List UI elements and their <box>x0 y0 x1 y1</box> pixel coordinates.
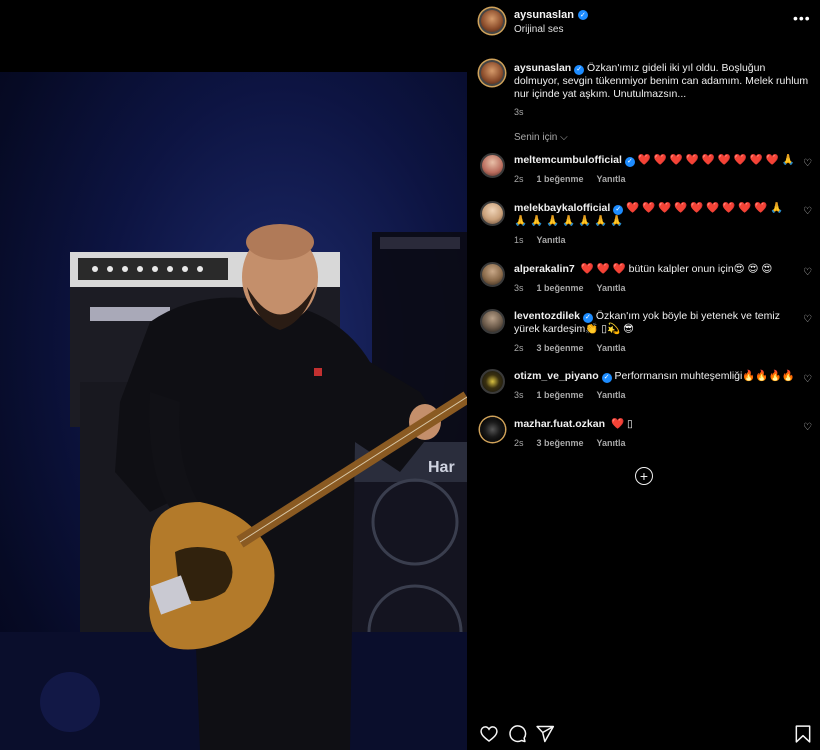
commenter-avatar[interactable] <box>480 369 505 394</box>
comment-text: meltemcumbulofficial ✓ ❤️ ❤️ ❤️ ❤️ ❤️ ❤️ … <box>514 154 796 167</box>
comment-item: melekbaykalofficial ✓ ❤️ ❤️ ❤️ ❤️ ❤️ ❤️ ❤… <box>467 201 820 251</box>
commenter-avatar[interactable] <box>480 309 505 334</box>
comment-meta: 1s Yanıtla <box>514 235 566 245</box>
chevron-down-icon: ⌵ <box>560 132 568 143</box>
reply-button[interactable]: Yanıtla <box>597 438 626 448</box>
comment-body: Performansın muhteşemliği🔥🔥🔥🔥 <box>614 370 795 382</box>
heart-icon[interactable]: ♡ <box>803 206 812 217</box>
heart-icon[interactable]: ♡ <box>803 422 812 433</box>
comment-meta: 2s 1 beğenme Yanıtla <box>514 174 626 184</box>
verified-badge-icon: ✓ <box>582 312 593 323</box>
bookmark-icon[interactable] <box>793 724 813 744</box>
reply-button[interactable]: Yanıtla <box>537 235 566 245</box>
verified-badge-icon: ✓ <box>624 156 635 167</box>
comment-likes-count[interactable]: 1 beğenme <box>537 174 584 184</box>
commenter-username[interactable]: meltemcumbulofficial <box>514 154 622 166</box>
comment-timestamp: 1s <box>514 235 524 245</box>
comment-likes-count[interactable]: 1 beğenme <box>537 283 584 293</box>
commenter-username[interactable]: alperakalin7 <box>514 263 575 275</box>
post-media[interactable]: Har <box>0 0 467 750</box>
post-details-panel: aysunaslan ✓ Orijinal ses ••• aysunaslan… <box>467 0 820 750</box>
comment-meta: 3s 1 beğenme Yanıtla <box>514 283 626 293</box>
commenter-username[interactable]: otizm_ve_piyano <box>514 370 599 382</box>
author-avatar-image <box>481 10 503 32</box>
heart-icon[interactable] <box>479 724 499 744</box>
commenter-username[interactable]: leventozdilek <box>514 310 580 322</box>
verified-badge-icon: ✓ <box>577 10 588 20</box>
comment-meta: 2s 3 beğenme Yanıtla <box>514 438 626 448</box>
comment-text: leventozdilek ✓ Özkan'ım yok böyle bi yet… <box>514 310 796 336</box>
commenter-avatar[interactable] <box>480 262 505 287</box>
reply-button[interactable]: Yanıtla <box>597 174 626 184</box>
comment-timestamp: 2s <box>514 438 524 448</box>
commenter-avatar[interactable] <box>480 153 505 178</box>
heart-icon[interactable]: ♡ <box>803 374 812 385</box>
verified-badge-icon: ✓ <box>601 372 612 383</box>
comment-text: mazhar.fuat.ozkan ❤️ ▯ <box>514 418 796 431</box>
comment-body: ❤️ ❤️ ❤️ ❤️ ❤️ ❤️ ❤️ ❤️ ❤️ 🙏 <box>637 154 795 166</box>
verified-badge-icon: ✓ <box>613 204 624 215</box>
comment-likes-count[interactable]: 3 beğenme <box>537 343 584 353</box>
comment-meta: 3s 1 beğenme Yanıtla <box>514 390 626 400</box>
comment-timestamp: 3s <box>514 390 524 400</box>
commenter-username[interactable]: melekbaykalofficial <box>514 202 610 214</box>
heart-icon[interactable]: ♡ <box>803 314 812 325</box>
reply-button[interactable]: Yanıtla <box>597 283 626 293</box>
verified-badge-icon: ✓ <box>574 64 585 75</box>
post-author[interactable]: aysunaslan ✓ <box>514 9 588 21</box>
caption-avatar-image <box>481 62 503 84</box>
comment-likes-count[interactable]: 1 beğenme <box>537 390 584 400</box>
commenter-avatar[interactable] <box>480 201 505 226</box>
send-icon[interactable] <box>535 724 555 744</box>
comment-item: mazhar.fuat.ozkan ❤️ ▯ 2s 3 beğenme Yanı… <box>467 417 820 457</box>
caption-username[interactable]: aysunaslan <box>514 62 571 74</box>
comment-text: melekbaykalofficial ✓ ❤️ ❤️ ❤️ ❤️ ❤️ ❤️ ❤… <box>514 202 796 228</box>
caption-timestamp: 3s <box>514 107 524 117</box>
commenter-username[interactable]: mazhar.fuat.ozkan <box>514 418 605 430</box>
post-author-username[interactable]: aysunaslan <box>514 9 574 21</box>
comment-text: alperakalin7 ❤️ ❤️ ❤️ bütün kalpler onun… <box>514 263 796 276</box>
commenter-avatar[interactable] <box>480 417 505 442</box>
reply-button[interactable]: Yanıtla <box>597 390 626 400</box>
heart-icon[interactable]: ♡ <box>803 158 812 169</box>
sort-label: Senin için <box>514 132 558 143</box>
concert-scene-illustration: Har <box>0 224 467 750</box>
reply-button[interactable]: Yanıtla <box>597 343 626 353</box>
comment-timestamp: 3s <box>514 283 524 293</box>
author-avatar[interactable] <box>479 8 505 34</box>
comment-item: otizm_ve_piyano ✓ Performansın muhteşemli… <box>467 369 820 409</box>
post-caption: aysunaslan ✓ Özkan'ımız gideli iki yıl o… <box>514 62 812 101</box>
caption-author-avatar[interactable] <box>479 60 505 86</box>
comment-body: ❤️ ❤️ ❤️ bütün kalpler onun için😍 😍 😍 <box>580 263 773 275</box>
comment-sort-dropdown[interactable]: Senin için ⌵ <box>514 132 568 143</box>
more-options-icon[interactable]: ••• <box>793 10 811 26</box>
comment-likes-count[interactable]: 3 beğenme <box>537 438 584 448</box>
heart-icon[interactable]: ♡ <box>803 267 812 278</box>
comment-item: meltemcumbulofficial ✓ ❤️ ❤️ ❤️ ❤️ ❤️ ❤️ … <box>467 153 820 193</box>
comment-item: alperakalin7 ❤️ ❤️ ❤️ bütün kalpler onun… <box>467 262 820 302</box>
post-action-bar <box>467 724 820 746</box>
comment-body: ❤️ ▯ <box>610 418 633 430</box>
plus-circle-icon[interactable]: + <box>635 467 653 485</box>
comment-item: leventozdilek ✓ Özkan'ım yok böyle bi yet… <box>467 309 820 359</box>
comment-meta: 2s 3 beğenme Yanıtla <box>514 343 626 353</box>
svg-text:Har: Har <box>428 459 455 476</box>
comment-timestamp: 2s <box>514 174 524 184</box>
comment-text: otizm_ve_piyano ✓ Performansın muhteşemli… <box>514 370 796 383</box>
comment-timestamp: 2s <box>514 343 524 353</box>
audio-label[interactable]: Orijinal ses <box>514 24 563 35</box>
comment-icon[interactable] <box>507 724 527 744</box>
concert-video-frame[interactable]: Har <box>0 72 467 750</box>
